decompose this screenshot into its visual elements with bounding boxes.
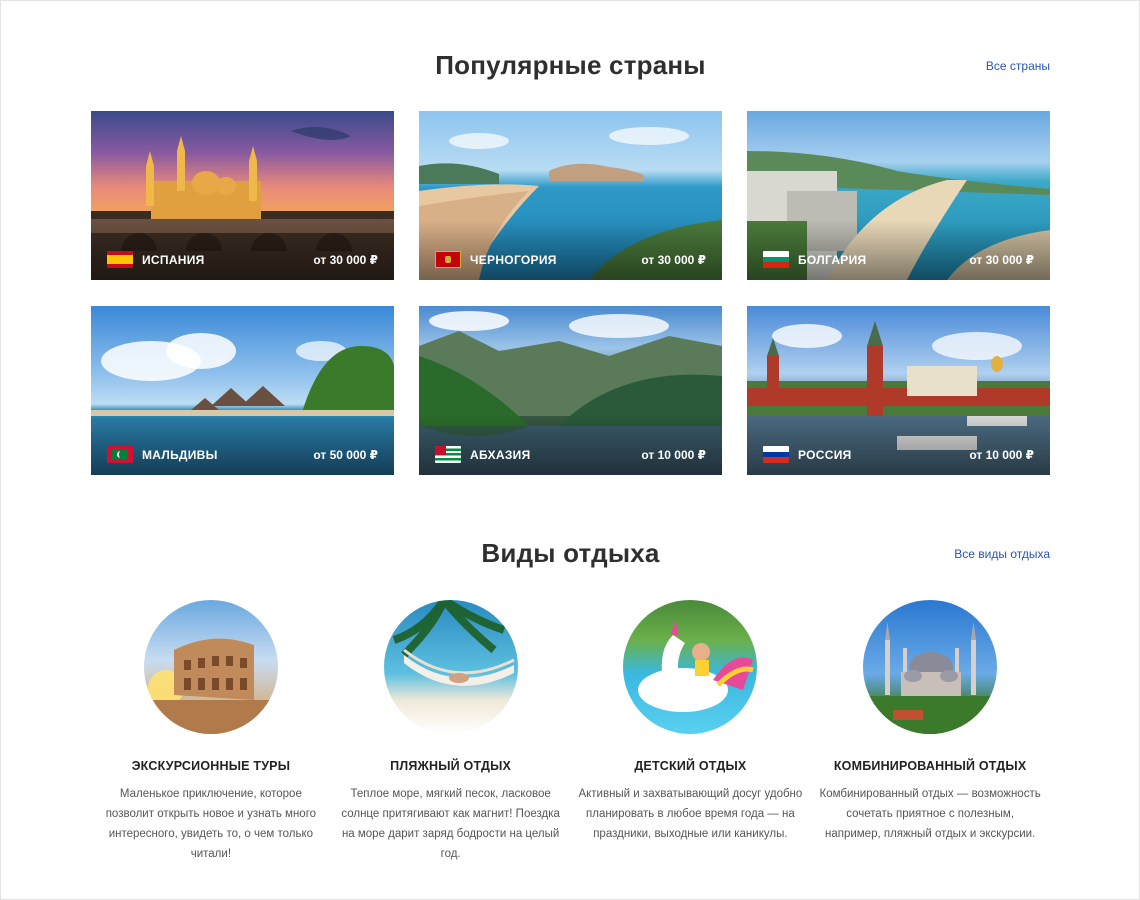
montenegro-flag-icon (435, 251, 461, 268)
card-shade (91, 415, 394, 475)
countries-grid: ИСПАНИЯ от 30 000 ₽ ЧЕРНОГОРИЯ от 30 000… (91, 111, 1050, 475)
country-card-maldives[interactable]: МАЛЬДИВЫ от 50 000 ₽ (91, 306, 394, 475)
country-name: ИСПАНИЯ (142, 253, 205, 267)
combined-image[interactable] (863, 600, 998, 734)
country-price: от 30 000 ₽ (641, 253, 706, 267)
card-shade (91, 220, 394, 280)
card-shade (747, 220, 1050, 280)
vacation-types-title: Виды отдыха (481, 538, 660, 568)
country-name: МАЛЬДИВЫ (142, 448, 218, 462)
vacation-type-description: Активный и захватывающий досуг удобно пл… (578, 788, 803, 840)
country-price: от 10 000 ₽ (641, 448, 706, 462)
country-name: БОЛГАРИЯ (798, 253, 867, 267)
country-price: от 30 000 ₽ (969, 253, 1034, 267)
maldives-flag-icon (107, 446, 133, 463)
beach-image[interactable] (383, 600, 518, 734)
bulgaria-flag-icon (763, 251, 789, 268)
country-card-abkhazia[interactable]: АБХАЗИЯ от 10 000 ₽ (419, 306, 722, 475)
vacation-type-title: ПЛЯЖНЫЙ ОТДЫХ (390, 759, 512, 773)
vacation-type-title: ДЕТСКИЙ ОТДЫХ (634, 759, 747, 773)
country-card-bulgaria[interactable]: БОЛГАРИЯ от 30 000 ₽ (747, 111, 1050, 280)
spain-flag-icon (107, 251, 133, 268)
vacation-type-combined: КОМБИНИРОВАННЫЙ ОТДЫХ Комбинированный от… (810, 600, 1050, 870)
country-price: от 50 000 ₽ (313, 448, 378, 462)
vacation-type-description: Маленькое приключение, которое позволит … (105, 788, 317, 860)
all-vacation-types-link[interactable]: Все виды отдыха (954, 547, 1050, 561)
country-name: ЧЕРНОГОРИЯ (470, 253, 557, 267)
vacation-type-beach: ПЛЯЖНЫЙ ОТДЫХ Теплое море, мягкий песок,… (331, 600, 571, 870)
card-shade (419, 415, 722, 475)
excursion-image[interactable] (143, 600, 278, 734)
country-price: от 10 000 ₽ (969, 448, 1034, 462)
country-card-spain[interactable]: ИСПАНИЯ от 30 000 ₽ (91, 111, 394, 280)
vacation-types-header: Виды отдыха Все виды отдыха (91, 538, 1050, 578)
country-name: АБХАЗИЯ (470, 448, 531, 462)
vacation-type-title: КОМБИНИРОВАННЫЙ ОТДЫХ (833, 759, 1027, 773)
kids-image[interactable] (623, 600, 758, 734)
card-shade (419, 220, 722, 280)
vacation-type-kids: ДЕТСКИЙ ОТДЫХ Активный и захватывающий д… (571, 600, 811, 870)
card-shade (747, 415, 1050, 475)
all-countries-link[interactable]: Все страны (986, 59, 1050, 73)
vacation-types-list: ЭКСКУРСИОННЫЕ ТУРЫ Маленькое приключение… (91, 600, 1050, 870)
abkhazia-flag-icon (435, 446, 461, 463)
vacation-type-description: Теплое море, мягкий песок, ласковое солн… (341, 788, 560, 860)
russia-flag-icon (763, 446, 789, 463)
country-card-montenegro[interactable]: ЧЕРНОГОРИЯ от 30 000 ₽ (419, 111, 722, 280)
vacation-type-excursion: ЭКСКУРСИОННЫЕ ТУРЫ Маленькое приключение… (91, 600, 331, 870)
popular-countries-title: Популярные страны (435, 50, 706, 80)
country-price: от 30 000 ₽ (313, 253, 378, 267)
vacation-type-title: ЭКСКУРСИОННЫЕ ТУРЫ (131, 759, 291, 773)
country-card-russia[interactable]: РОССИЯ от 10 000 ₽ (747, 306, 1050, 475)
vacation-type-description: Комбинированный отдых — возможность соче… (819, 788, 1041, 840)
popular-countries-header: Популярные страны Все страны (91, 50, 1050, 90)
country-name: РОССИЯ (798, 448, 852, 462)
